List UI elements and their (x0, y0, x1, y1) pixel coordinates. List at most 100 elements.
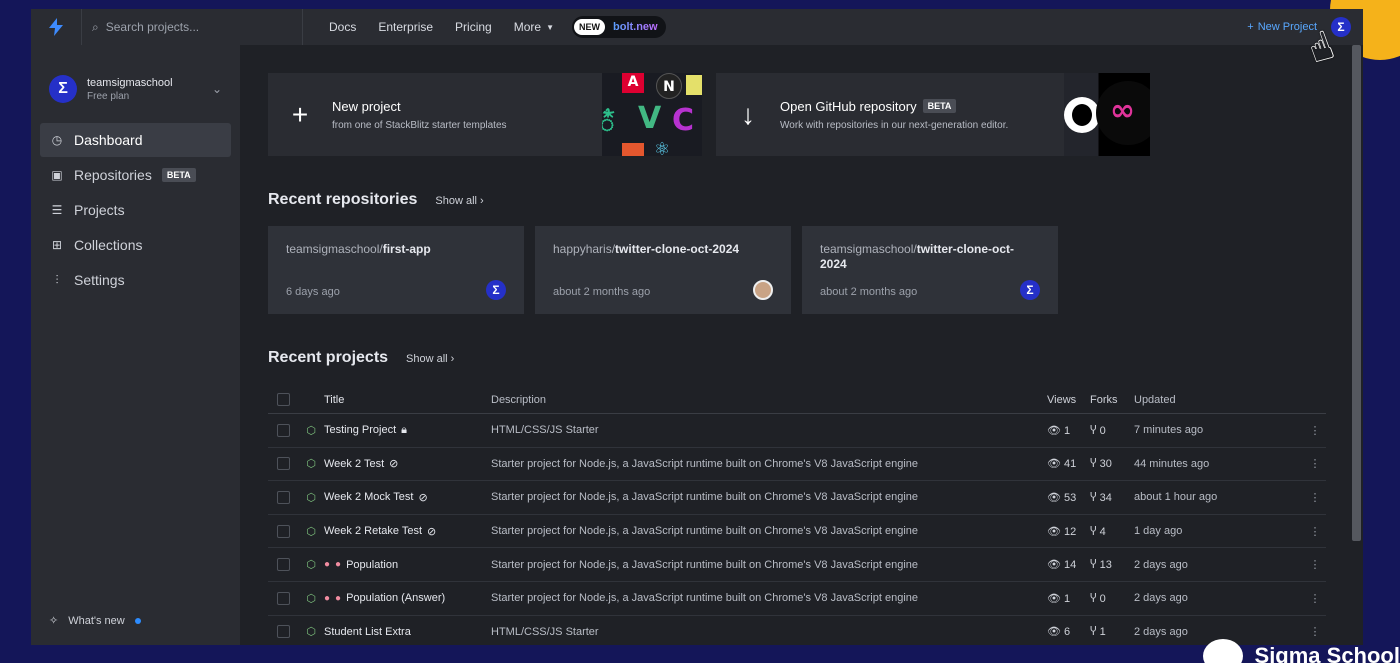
new-project-card[interactable]: + New project from one of StackBlitz sta… (268, 73, 702, 156)
repo-card[interactable]: teamsigmaschool/twitter-clone-oct-2024 a… (802, 226, 1058, 314)
more-options-icon[interactable]: ⋮ (1309, 457, 1321, 470)
team-avatar: Σ (49, 75, 77, 103)
nav-docs[interactable]: Docs (329, 20, 356, 34)
sidebar-item-collections[interactable]: ⊞ Collections (40, 228, 231, 262)
nodejs-icon: ⬡ (306, 559, 316, 572)
sparkle-icon: ✧ (49, 615, 59, 627)
sidebar-item-projects[interactable]: ☰ Projects (40, 193, 231, 227)
project-description: HTML/CSS/JS Starter (491, 424, 599, 437)
column-updated[interactable]: Updated (1134, 394, 1309, 406)
nav-enterprise[interactable]: Enterprise (378, 20, 433, 34)
table-header: Title Description Views Forks Updated (268, 386, 1326, 414)
row-checkbox[interactable] (276, 591, 290, 605)
more-options-icon[interactable]: ⋮ (1309, 525, 1321, 538)
project-title[interactable]: Population (346, 559, 398, 571)
sidebar-item-dashboard[interactable]: ◷ Dashboard (40, 123, 231, 157)
fork-icon: Ⴤ (1090, 592, 1097, 605)
row-checkbox[interactable] (276, 457, 290, 471)
project-views: 12 (1064, 525, 1077, 538)
sidebar-item-label: Collections (74, 237, 143, 253)
beta-badge: BETA (922, 99, 957, 113)
open-github-card-title: Open GitHub repository BETA (780, 99, 1008, 114)
row-checkbox[interactable] (276, 558, 290, 572)
project-views: 41 (1064, 458, 1077, 471)
column-title[interactable]: Title (324, 394, 491, 406)
column-forks[interactable]: Forks (1090, 394, 1134, 406)
project-forks: 0 (1099, 424, 1106, 437)
project-views: 1 (1064, 424, 1071, 437)
team-switcher[interactable]: Σ teamsigmaschool Free plan ⌄ (31, 45, 240, 103)
project-title[interactable]: Population (Answer) (346, 592, 445, 604)
repo-owner-avatar: Σ (486, 280, 506, 300)
watermark-text: Sigma School (1254, 643, 1400, 663)
sidebar-item-label: Projects (74, 202, 125, 218)
stackblitz-window: ⌕ Search projects... Docs Enterprise Pri… (31, 9, 1363, 645)
row-checkbox[interactable] (276, 423, 290, 437)
open-github-card-subtitle: Work with repositories in our next-gener… (780, 119, 1009, 131)
lock-icon: 🔒︎ (401, 423, 408, 436)
recent-repositories-header: Recent repositories Show all › (268, 191, 484, 209)
row-checkbox[interactable] (276, 625, 290, 639)
team-plan: Free plan (87, 90, 130, 102)
grid-icon: ⊞ (51, 238, 63, 252)
chevron-down-icon: ⌄ (211, 82, 222, 96)
project-updated: about 1 hour ago (1134, 491, 1218, 504)
table-row[interactable]: ⬡ Testing Project 🔒︎ HTML/CSS/JS Starter … (268, 414, 1326, 448)
projects-show-all-link[interactable]: Show all › (406, 353, 454, 365)
nav-more[interactable]: More ▼ (514, 20, 554, 34)
search-input[interactable]: ⌕ Search projects... (81, 9, 303, 45)
nav-pricing[interactable]: Pricing (455, 20, 492, 34)
table-row[interactable]: ⬡ Week 2 Mock Test ⊘ Starter project for … (268, 481, 1326, 515)
table-row[interactable]: ⬡ Student List Extra HTML/CSS/JS Starter… (268, 616, 1326, 645)
bolt-new-link[interactable]: NEW bolt.new (572, 16, 666, 38)
user-avatar[interactable]: Σ (1331, 17, 1351, 37)
sidebar-item-repositories[interactable]: ▣ Repositories BETA (40, 158, 231, 192)
project-title[interactable]: Student List Extra (324, 626, 411, 638)
projects-table: Title Description Views Forks Updated ⬡ … (268, 386, 1326, 645)
column-views[interactable]: Views (1047, 394, 1090, 406)
open-github-card[interactable]: ↓ Open GitHub repository BETA Work with … (716, 73, 1150, 156)
row-checkbox[interactable] (276, 490, 290, 504)
row-checkbox[interactable] (276, 524, 290, 538)
column-description[interactable]: Description (491, 394, 1047, 406)
scrollbar[interactable] (1352, 45, 1361, 541)
project-views: 53 (1064, 491, 1077, 504)
more-options-icon[interactable]: ⋮ (1309, 491, 1321, 504)
project-description: Starter project for Node.js, a JavaScrip… (491, 491, 919, 504)
more-options-icon[interactable]: ⋮ (1309, 592, 1321, 605)
project-forks: 0 (1099, 592, 1106, 605)
repos-show-all-link[interactable]: Show all › (435, 195, 483, 207)
top-nav: Docs Enterprise Pricing More ▼ NEW bolt.… (329, 16, 666, 38)
sidebar-item-settings[interactable]: ⫶ Settings (40, 263, 231, 297)
repo-card[interactable]: teamsigmaschool/first-app 6 days ago Σ (268, 226, 524, 314)
whats-new-link[interactable]: ✧ What's new (49, 614, 141, 627)
table-row[interactable]: ⬡ ● ● Population (Answer) Starter project … (268, 582, 1326, 616)
framework-logos-art: A N ᭰ V C ⚛ (602, 73, 702, 156)
repo-name: teamsigmaschool/first-app (286, 242, 431, 256)
team-name: teamsigmaschool (87, 76, 173, 89)
table-row[interactable]: ⬡ Week 2 Test ⊘ Starter project for Node.… (268, 448, 1326, 482)
more-options-icon[interactable]: ⋮ (1309, 424, 1321, 437)
eye-off-icon: ⊘ (389, 458, 399, 471)
beta-badge: BETA (161, 168, 196, 182)
nodejs-icon: ⬡ (306, 626, 316, 639)
github-logos-art: ∞ (1064, 73, 1150, 156)
project-title[interactable]: Testing Project (324, 424, 396, 436)
sidebar-menu: ◷ Dashboard ▣ Repositories BETA ☰ Projec… (31, 123, 240, 297)
table-row[interactable]: ⬡ Week 2 Retake Test ⊘ Starter project fo… (268, 515, 1326, 549)
repo-card[interactable]: happyharis/twitter-clone-oct-2024 about … (535, 226, 791, 314)
project-title[interactable]: Week 2 Test (324, 458, 384, 470)
stackblitz-logo-icon[interactable] (31, 9, 81, 45)
table-row[interactable]: ⬡ ● ● Population Starter project for Node.… (268, 548, 1326, 582)
recent-repositories-heading: Recent repositories (268, 191, 418, 208)
project-title[interactable]: Week 2 Mock Test (324, 491, 413, 503)
eye-icon: 👁︎ (1047, 458, 1061, 471)
project-forks: 4 (1099, 525, 1106, 538)
more-options-icon[interactable]: ⋮ (1309, 558, 1321, 571)
caret-down-icon: ▼ (546, 22, 554, 32)
project-title[interactable]: Week 2 Retake Test (324, 525, 422, 537)
select-all-checkbox[interactable] (276, 393, 290, 406)
eye-icon: 👁︎ (1047, 626, 1061, 639)
more-options-icon[interactable]: ⋮ (1309, 625, 1321, 638)
arrow-down-icon: ↓ (741, 98, 755, 130)
